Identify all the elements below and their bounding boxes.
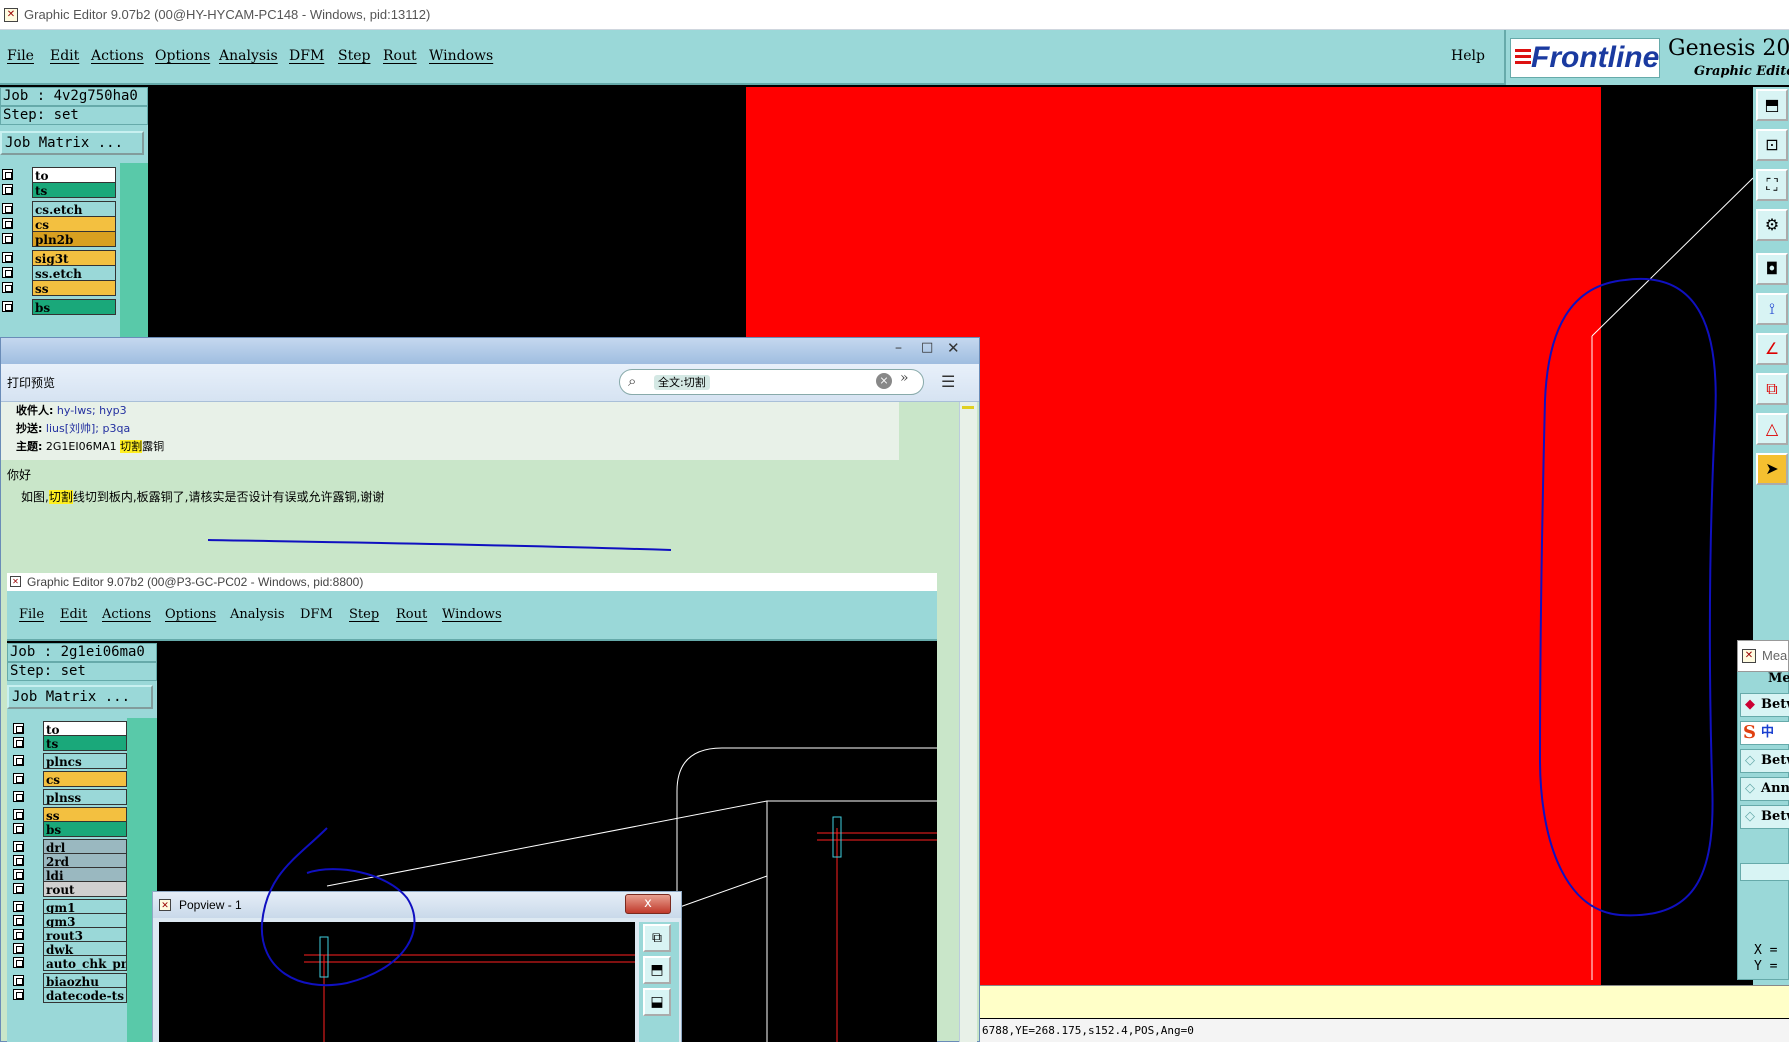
preview-scrollbar[interactable] <box>959 402 977 1042</box>
layer-name[interactable]: ts <box>32 182 116 198</box>
tool-measure-icon[interactable]: ⧉ <box>1756 373 1788 405</box>
layer-checkbox[interactable] <box>2 203 13 214</box>
message-strip <box>980 985 1789 1018</box>
app-icon: ✕ <box>4 8 18 22</box>
layer-checkbox[interactable] <box>2 252 13 263</box>
layer-name[interactable]: bs <box>32 299 116 315</box>
menu-rout[interactable]: Rout <box>383 48 417 64</box>
measure-header: Me <box>1768 671 1789 686</box>
embedded-annotation <box>260 827 416 987</box>
tool-snap-icon[interactable]: ◘ <box>1756 253 1788 285</box>
layer-row[interactable]: cs.etch <box>0 201 118 217</box>
window-titlebar: ✕ Graphic Editor 9.07b2 (00@HY-HYCAM-PC1… <box>0 0 1789 30</box>
job-matrix-button[interactable]: Job Matrix ... <box>0 131 144 155</box>
measure-item-3[interactable]: ◇Anno <box>1740 777 1789 801</box>
menu-options[interactable]: Options <box>155 48 210 64</box>
menu-edit[interactable]: Edit <box>50 48 79 64</box>
menu-file[interactable]: File <box>7 48 34 64</box>
layer-checkbox[interactable] <box>2 301 13 312</box>
tool-connect-icon[interactable]: ⟟ <box>1756 293 1788 325</box>
menu-actions[interactable]: Actions <box>91 48 144 64</box>
measure-panel: Me ◆Betw S中 ◇Betw ◇Anno ◇Betw X = Y = <box>1737 640 1789 980</box>
tool-pointer-icon[interactable]: ➤ <box>1756 453 1788 485</box>
layer-name[interactable]: to <box>32 167 116 183</box>
tool-angle-icon[interactable]: ∠ <box>1756 333 1788 365</box>
graphic-canvas-right[interactable] <box>1601 87 1753 985</box>
y-readout: Y = <box>1754 959 1778 974</box>
layer-name[interactable]: cs <box>32 216 116 232</box>
app-icon: ✕ <box>1742 649 1756 663</box>
print-preview-window: – □ ✕ 打印预览 ⌕ 全文:切割 × » ☰ 收件人: hy-lws; hy… <box>0 337 980 1042</box>
layer-row[interactable]: ts <box>0 182 118 198</box>
tool-settings-icon[interactable]: ⚙ <box>1756 209 1788 241</box>
frontline-brand-box: Frontline <box>1510 38 1660 78</box>
layer-row[interactable]: sig3t <box>0 250 118 266</box>
embedded-screenshot: ✕ Graphic Editor 9.07b2 (00@P3-GC-PC02 -… <box>7 573 937 1042</box>
layer-checkbox[interactable] <box>2 169 13 180</box>
measure-window-title: ✕ Mea <box>1737 640 1789 672</box>
menu-help[interactable]: Help <box>1451 48 1485 64</box>
layer-row[interactable]: ss <box>0 280 118 296</box>
menu-step[interactable]: Step <box>338 48 370 64</box>
tool-zoom-in-icon[interactable]: ⊡ <box>1756 129 1788 161</box>
tool-zoom-fit-icon[interactable]: ⛶ <box>1756 169 1788 201</box>
layer-row[interactable]: bs <box>0 299 118 315</box>
layer-row[interactable]: cs <box>0 216 118 232</box>
layer-row[interactable]: ss.etch <box>0 265 118 281</box>
layer-scrollbar[interactable] <box>120 163 148 337</box>
measure-field[interactable] <box>1740 863 1789 881</box>
product-subtitle: Graphic Editor <box>1694 64 1789 79</box>
layer-name[interactable]: pln2b <box>32 231 116 247</box>
left-panel: Job : 4v2g750ha0 Step: set Job Matrix ..… <box>0 87 148 337</box>
layer-checkbox[interactable] <box>2 184 13 195</box>
measure-item-1[interactable]: ◆Betw <box>1740 693 1789 717</box>
menubar: File Edit Actions Options Analysis DFM S… <box>0 30 1504 85</box>
measure-title-text: Mea <box>1762 648 1788 663</box>
layer-checkbox[interactable] <box>2 233 13 244</box>
layer-name[interactable]: cs.etch <box>32 201 116 217</box>
layer-checkbox[interactable] <box>2 282 13 293</box>
measure-item-4[interactable]: ◇Betw <box>1740 805 1789 829</box>
frontline-logo: Frontline Genesis 2000 Graphic Editor <box>1504 30 1789 85</box>
menu-dfm[interactable]: DFM <box>289 48 324 64</box>
layer-name[interactable]: ss.etch <box>32 265 116 281</box>
job-name: Job : 4v2g750ha0 <box>0 87 148 106</box>
layer-row[interactable]: pln2b <box>0 231 118 247</box>
tool-zoom-home-icon[interactable]: ⬒ <box>1756 89 1788 121</box>
step-name: Step: set <box>0 106 148 125</box>
measure-item-ime[interactable]: S中 <box>1740 721 1789 745</box>
window-title: Graphic Editor 9.07b2 (00@HY-HYCAM-PC148… <box>24 7 431 22</box>
layer-checkbox[interactable] <box>2 267 13 278</box>
redaction-stroke <box>207 539 672 551</box>
frontline-bars-icon <box>1515 49 1531 67</box>
x-readout: X = <box>1754 943 1778 958</box>
product-name: Genesis 2000 <box>1668 36 1789 61</box>
menu-windows[interactable]: Windows <box>429 48 493 64</box>
layer-name[interactable]: ss <box>32 280 116 296</box>
pop-annotation-ellipse <box>260 827 416 987</box>
layer-row[interactable]: to <box>0 167 118 183</box>
coordinate-status: 6788,YE=268.175,s152.4,POS,Ang=0 <box>980 1019 1789 1042</box>
layer-checkbox[interactable] <box>2 218 13 229</box>
tool-triangle-icon[interactable]: △ <box>1756 413 1788 445</box>
layer-name[interactable]: sig3t <box>32 250 116 266</box>
measure-item-2[interactable]: ◇Betw <box>1740 749 1789 773</box>
brand-name: Frontline <box>1531 41 1660 74</box>
menu-analysis[interactable]: Analysis <box>219 48 278 64</box>
